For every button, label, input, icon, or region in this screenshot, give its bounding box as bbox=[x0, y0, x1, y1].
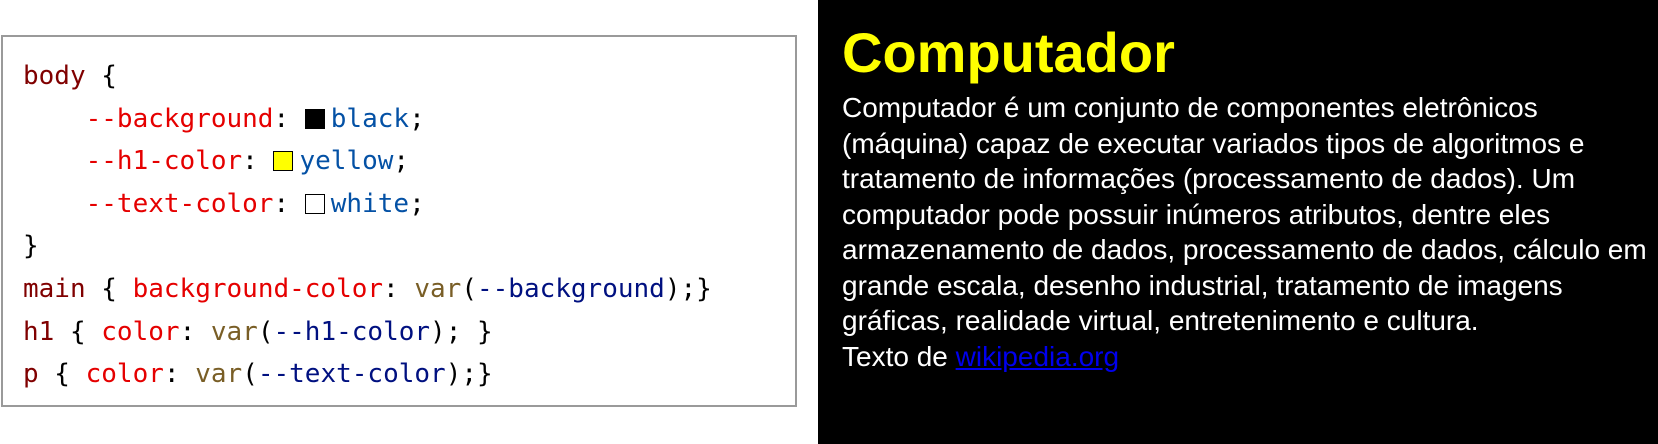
code-token: --background bbox=[476, 273, 665, 304]
code-token: ); } bbox=[430, 316, 493, 347]
code-token: : bbox=[163, 359, 196, 390]
color-swatch-icon bbox=[304, 108, 325, 129]
code-token: --text-color bbox=[257, 359, 446, 390]
code-token: var bbox=[414, 273, 462, 304]
code-line: h1 { color: var(--h1-color); } bbox=[23, 311, 712, 354]
color-swatch-icon bbox=[304, 193, 325, 214]
source-prefix: Texto de bbox=[842, 340, 956, 372]
code-token: { bbox=[38, 359, 86, 390]
code-token: ( bbox=[242, 359, 258, 390]
code-token: : bbox=[383, 273, 415, 304]
code-line: p { color: var(--text-color);} bbox=[23, 353, 712, 396]
code-token: { bbox=[85, 61, 117, 91]
paragraph-text: Computador é um conjunto de componentes … bbox=[842, 92, 1647, 336]
code-line: --background: black; bbox=[23, 98, 712, 141]
code-token: p bbox=[23, 359, 39, 390]
code-token: : bbox=[273, 103, 305, 134]
code-token: var bbox=[195, 359, 243, 390]
code-token: yellow bbox=[299, 146, 394, 177]
code-token: { bbox=[54, 316, 102, 347]
code-token: : bbox=[273, 188, 305, 219]
code-token: ( bbox=[257, 316, 274, 347]
code-token: background-color bbox=[132, 273, 384, 304]
preview-paragraph: Computador é um conjunto de componentes … bbox=[842, 90, 1648, 374]
code-token: );} bbox=[664, 273, 712, 304]
code-token: --background bbox=[85, 103, 274, 134]
code-token: ; bbox=[409, 103, 425, 134]
code-token: ( bbox=[461, 273, 477, 304]
code-token: --text-color bbox=[85, 188, 274, 219]
css-code-panel: body { --background: black; --h1-color: … bbox=[1, 35, 797, 407]
code-token: body bbox=[23, 61, 86, 91]
code-line: --h1-color: yellow; bbox=[23, 140, 712, 183]
code-token: --h1-color bbox=[273, 316, 431, 347]
color-swatch-icon bbox=[273, 151, 294, 172]
code-line: } bbox=[23, 225, 712, 268]
code-token: ; bbox=[409, 188, 425, 219]
code-token: main bbox=[23, 273, 86, 304]
css-code-block: body { --background: black; --h1-color: … bbox=[23, 55, 712, 396]
code-token: color bbox=[101, 316, 180, 347]
code-token: var bbox=[210, 316, 258, 347]
code-token: h1 bbox=[23, 316, 55, 347]
code-line: --text-color: white; bbox=[23, 183, 712, 226]
wikipedia-link[interactable]: wikipedia.org bbox=[956, 341, 1119, 372]
rendered-preview: Computador Computador é um conjunto de c… bbox=[818, 0, 1658, 444]
code-token: );} bbox=[445, 359, 493, 390]
code-token: --h1-color bbox=[85, 146, 243, 177]
code-token: : bbox=[242, 146, 274, 177]
code-token: color bbox=[85, 359, 164, 390]
code-token: white bbox=[330, 188, 410, 219]
code-token: : bbox=[179, 316, 211, 347]
code-token: ; bbox=[393, 146, 410, 177]
code-line: body { bbox=[23, 55, 712, 98]
code-line: main { background-color: var(--backgroun… bbox=[23, 268, 712, 311]
code-token: } bbox=[23, 231, 39, 262]
code-token: { bbox=[85, 273, 133, 304]
preview-heading: Computador bbox=[842, 21, 1175, 84]
code-token: black bbox=[330, 103, 410, 134]
